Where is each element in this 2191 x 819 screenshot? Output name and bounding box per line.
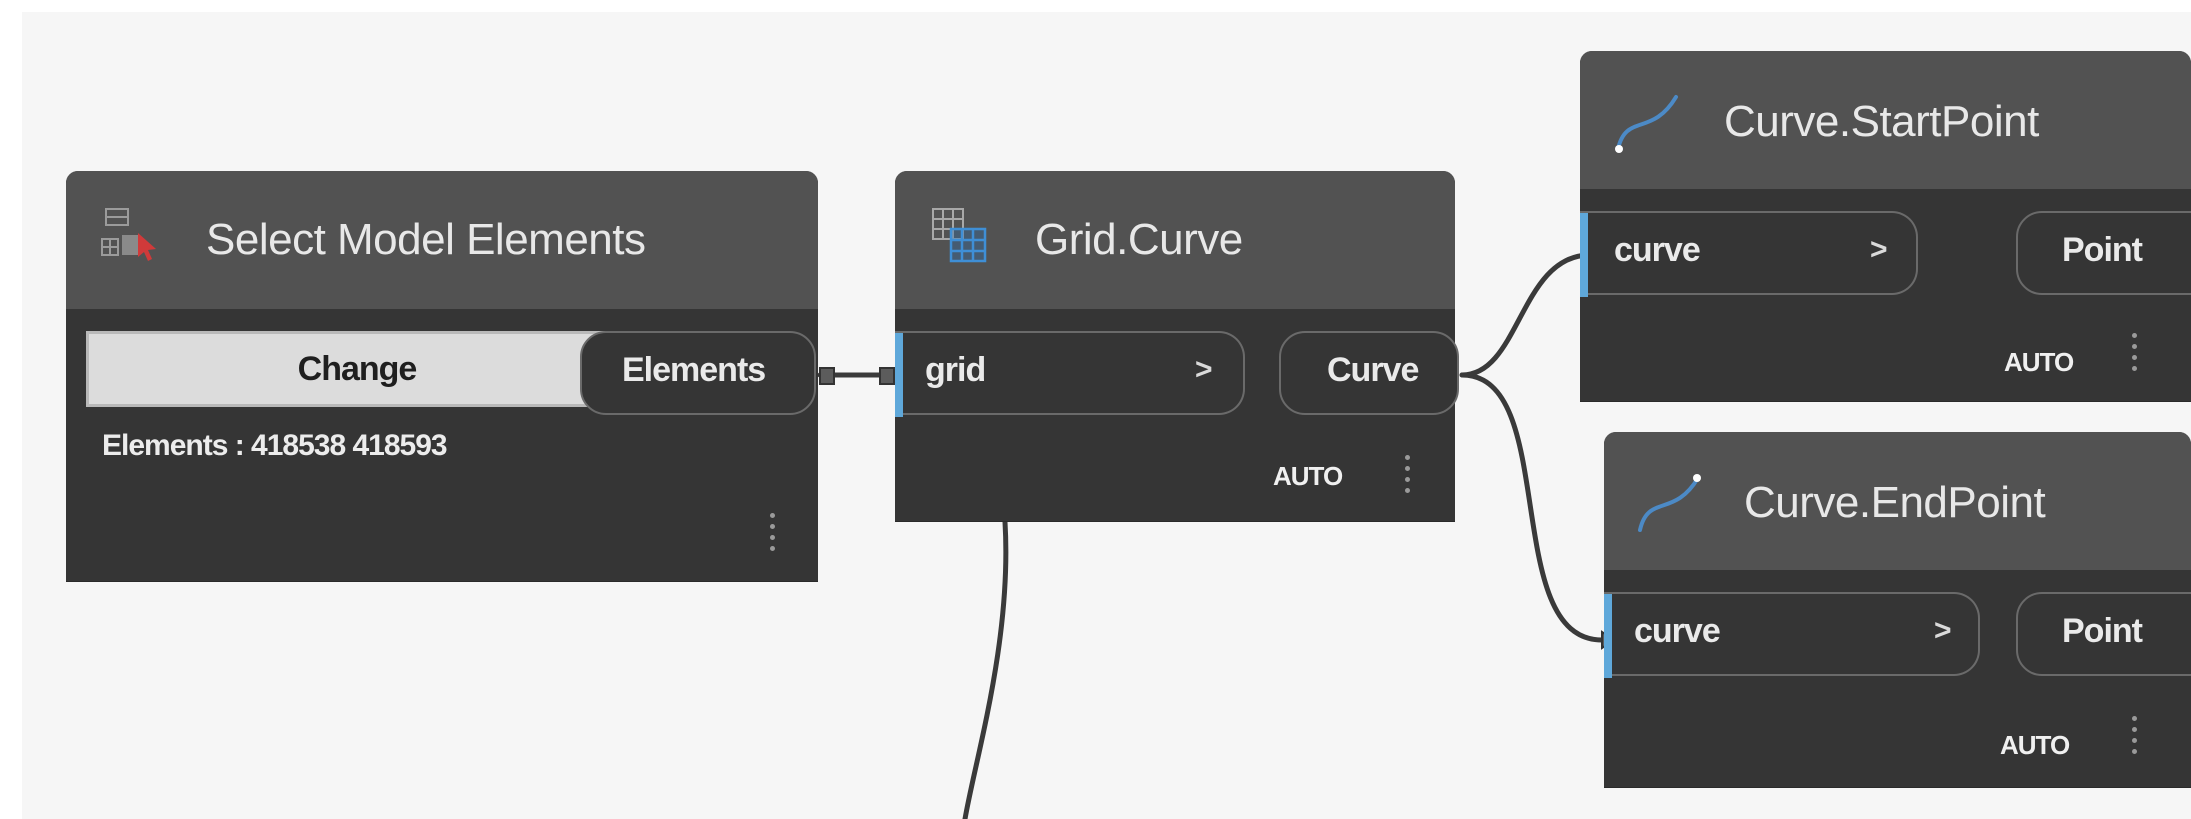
curve-startpoint-node[interactable]: Curve.StartPoint curve > Point AUTO xyxy=(1580,51,2191,401)
node-title: Grid.Curve xyxy=(1035,215,1243,264)
grid-icon xyxy=(931,207,993,270)
port-label: Curve xyxy=(1327,351,1419,389)
curve-icon xyxy=(1612,87,1682,162)
node-menu-icon[interactable] xyxy=(1405,455,1411,499)
input-port-curve[interactable]: curve > xyxy=(1580,211,1918,297)
lacing-label[interactable]: AUTO xyxy=(2004,347,2074,378)
output-port-point[interactable]: Point xyxy=(2016,211,2191,295)
input-port-accent xyxy=(1580,213,1588,297)
output-port-elements[interactable]: Elements xyxy=(580,331,816,415)
selection-icon xyxy=(100,205,162,272)
selection-info: Elements : 418538 418593 xyxy=(102,429,448,462)
input-port-accent xyxy=(895,333,903,417)
curve-endpoint-node[interactable]: Curve.EndPoint curve > Point AUTO xyxy=(1604,432,2191,787)
lacing-label[interactable]: AUTO xyxy=(2000,730,2070,761)
input-port-grid[interactable]: grid > xyxy=(895,331,1245,417)
node-title: Select Model Elements xyxy=(206,215,646,264)
port-chevron-icon: > xyxy=(1934,614,1952,647)
port-chevron-icon: > xyxy=(1870,233,1888,266)
change-button[interactable]: Change xyxy=(86,331,628,407)
port-label: Point xyxy=(2062,612,2143,650)
lacing-label[interactable]: AUTO xyxy=(1273,461,1343,492)
node-title: Curve.EndPoint xyxy=(1744,478,2046,527)
port-label: grid xyxy=(925,351,986,389)
output-port-curve[interactable]: Curve xyxy=(1279,331,1459,415)
node-title: Curve.StartPoint xyxy=(1724,97,2039,146)
select-model-elements-node[interactable]: Select Model Elements Change Elements El… xyxy=(66,171,818,581)
curve-icon xyxy=(1634,468,1704,543)
port-label: Elements xyxy=(622,351,766,389)
grid-curve-node[interactable]: Grid.Curve grid > Curve AUTO xyxy=(895,171,1459,521)
node-menu-icon[interactable] xyxy=(2132,333,2138,377)
port-chevron-icon: > xyxy=(1195,353,1213,386)
node-menu-icon[interactable] xyxy=(770,513,776,557)
port-label: Point xyxy=(2062,231,2143,269)
port-label: curve xyxy=(1614,231,1701,269)
port-label: curve xyxy=(1634,612,1721,650)
input-port-accent xyxy=(1604,594,1612,678)
output-port-point[interactable]: Point xyxy=(2016,592,2191,676)
node-menu-icon[interactable] xyxy=(2132,716,2138,760)
input-port-curve[interactable]: curve > xyxy=(1604,592,1980,678)
